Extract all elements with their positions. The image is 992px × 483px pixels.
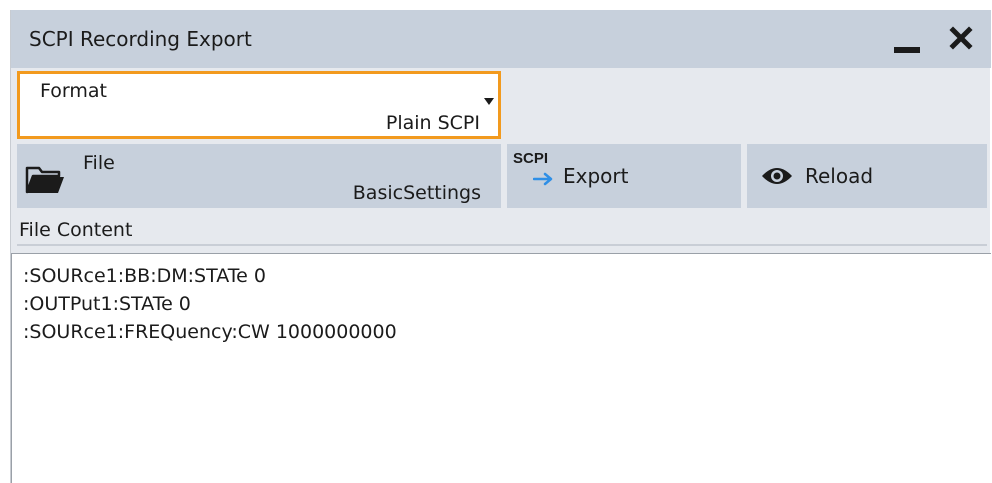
scpi-recording-export-dialog: SCPI Recording Export Format Plain SCPI … [10,10,991,483]
file-content-line: :OUTPut1:STATe 0 [23,293,191,315]
close-icon [949,26,973,50]
eye-icon [762,168,792,184]
export-arrow-icon [533,172,553,186]
minimize-icon [894,47,920,53]
export-label: Export [563,164,629,188]
reload-button[interactable]: Reload [747,144,987,208]
file-content-area[interactable]: :SOURce1:BB:DM:STATe 0 :OUTPut1:STATe 0 … [11,253,991,483]
reload-label: Reload [805,164,874,188]
divider [17,244,987,246]
file-button[interactable]: File BasicSettings [17,144,501,208]
format-label: Format [40,80,107,102]
export-button[interactable]: SCPI Export [507,144,741,208]
file-content-line: :SOURce1:BB:DM:STATe 0 [23,265,266,287]
dialog-title: SCPI Recording Export [29,27,252,51]
file-label: File [83,152,115,174]
file-content-label: File Content [19,219,133,241]
scpi-icon-text: SCPI [513,150,549,167]
minimize-button[interactable] [887,20,927,60]
close-button[interactable] [941,18,981,58]
title-bar: SCPI Recording Export [11,10,991,68]
dropdown-arrow-icon [484,98,494,105]
folder-icon [25,166,64,194]
file-value: BasicSettings [352,182,481,204]
format-value: Plain SCPI [385,112,480,134]
scpi-export-icon: SCPI [513,150,557,190]
file-content-line: :SOURce1:FREQuency:CW 1000000000 [23,321,397,343]
format-select[interactable]: Format Plain SCPI [17,71,501,139]
